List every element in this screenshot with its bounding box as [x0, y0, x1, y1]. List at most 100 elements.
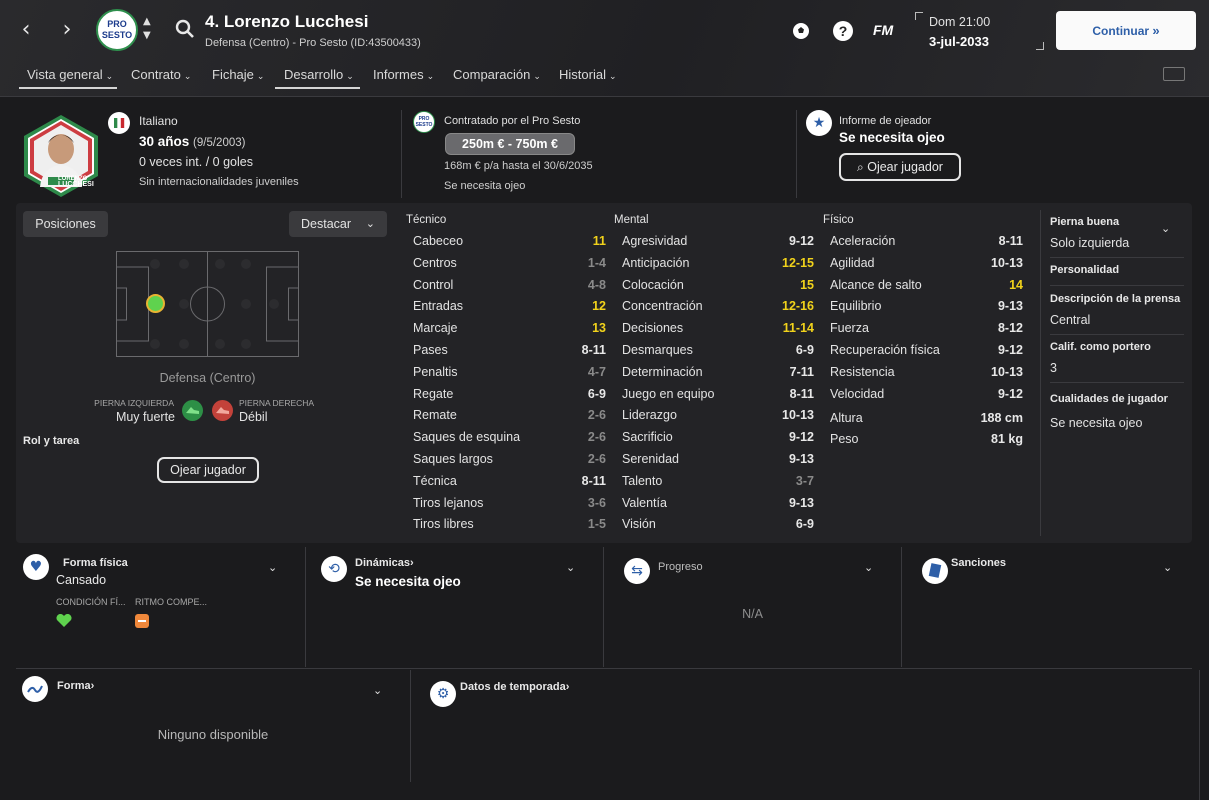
attribute-value: 13 [592, 321, 606, 336]
value-range: 250m € - 750m € [462, 137, 558, 151]
tab-desarrollo[interactable]: Desarrollo ⌄ [284, 67, 354, 82]
attribute-name[interactable]: Remate [413, 408, 457, 422]
tab-label: Historial [559, 67, 606, 82]
attribute-name[interactable]: Talento [622, 474, 662, 488]
highlight-dropdown[interactable]: Destacar ⌄ [289, 211, 387, 237]
attribute-name[interactable]: Velocidad [830, 387, 884, 401]
attribute-name[interactable]: Aceleración [830, 234, 895, 248]
top-bar [0, 0, 1209, 97]
sanctions-title[interactable]: Sanciones [951, 557, 1006, 569]
attribute-name[interactable]: Juego en equipo [622, 387, 714, 401]
attribute-name[interactable]: Centros [413, 256, 457, 270]
progress-value: N/A [742, 607, 763, 621]
chevron-down-icon[interactable]: ⌄ [373, 684, 382, 697]
tab-positions-label: Posiciones [35, 217, 96, 231]
weight-value: 81 kg [991, 432, 1023, 446]
gk-value: 3 [1050, 361, 1057, 375]
tab-underline [19, 87, 117, 89]
attribute-name[interactable]: Saques largos [413, 452, 493, 466]
attribute-name[interactable]: Tiros lejanos [413, 496, 483, 510]
attribute-name[interactable]: Tiros libres [413, 517, 474, 531]
form-title[interactable]: Forma› [57, 680, 94, 692]
chevron-down-icon[interactable]: ⌄ [566, 561, 575, 574]
attribute-name[interactable]: Valentía [622, 496, 667, 510]
tab-comparacion[interactable]: Comparación ⌄ [453, 67, 541, 82]
tab-label: Fichaje [212, 67, 254, 82]
attribute-name[interactable]: Concentración [622, 299, 703, 313]
attribute-name[interactable]: Serenidad [622, 452, 679, 466]
progress-icon: ⇆ [624, 558, 650, 584]
attribute-name[interactable]: Visión [622, 517, 656, 531]
position-marker[interactable] [146, 294, 165, 313]
tab-contrato[interactable]: Contrato ⌄ [131, 67, 191, 82]
fitness-title[interactable]: Forma física [63, 557, 128, 569]
attribute-name[interactable]: Sacrificio [622, 430, 673, 444]
chevron-down-icon[interactable]: ⌄ [864, 561, 873, 574]
attribute-name[interactable]: Colocación [622, 278, 684, 292]
value-range-badge[interactable]: 250m € - 750m € [445, 133, 575, 155]
attribute-name[interactable]: Agilidad [830, 256, 874, 270]
scout-player-button[interactable]: ⌕ Ojear jugador [839, 153, 961, 181]
dynamics-title[interactable]: Dinámicas› [355, 557, 414, 569]
scout-player-button-2[interactable]: Ojear jugador [157, 457, 259, 483]
help-icon[interactable]: ? [833, 21, 853, 41]
attribute-name[interactable]: Resistencia [830, 365, 895, 379]
attribute-name[interactable]: Técnica [413, 474, 457, 488]
attribute-value: 8-11 [581, 343, 606, 357]
fm-logo[interactable]: FM [873, 22, 893, 38]
game-time: Dom 21:00 [929, 15, 991, 29]
attribute-value: 9-13 [788, 495, 814, 510]
match-rhythm-label: RITMO COMPE... [135, 597, 207, 607]
condition-heart-icon [56, 613, 72, 628]
tab-fichaje[interactable]: Fichaje ⌄ [212, 67, 264, 82]
search-icon[interactable] [175, 19, 195, 39]
attribute-name[interactable]: Cabeceo [413, 234, 463, 248]
attribute-name[interactable]: Fuerza [830, 321, 869, 335]
attribute-name[interactable]: Agresividad [622, 234, 687, 248]
attribute-name[interactable]: Decisiones [622, 321, 683, 335]
fitness-value: Cansado [56, 573, 107, 587]
attribute-value: 10-13 [782, 408, 814, 423]
chevron-up-icon[interactable]: ▲ [143, 16, 151, 27]
season-stats-icon: ⚙ [430, 681, 456, 707]
ball-icon[interactable] [791, 21, 811, 41]
attribute-name[interactable]: Anticipación [622, 256, 689, 270]
form-wave-icon [22, 676, 48, 702]
attribute-name[interactable]: Penaltis [413, 365, 457, 379]
qualities-value: Se necesita ojeo [1050, 416, 1143, 430]
screen-icon[interactable] [1163, 67, 1185, 81]
chevron-down-icon[interactable]: ⌄ [1163, 561, 1172, 574]
attribute-name[interactable]: Determinación [622, 365, 703, 379]
attribute-name[interactable]: Regate [413, 387, 453, 401]
tab-label: Vista general [27, 67, 103, 82]
progress-title[interactable]: Progreso [658, 561, 703, 573]
attribute-name[interactable]: Desmarques [622, 343, 693, 357]
attribute-name[interactable]: Marcaje [413, 321, 457, 335]
chevron-down-icon: ⌄ [426, 71, 435, 81]
back-icon[interactable]: ‹ [15, 19, 37, 41]
chevron-down-icon[interactable]: ⌄ [1161, 222, 1170, 235]
club-crest[interactable]: PRO SESTO [96, 9, 138, 51]
forward-icon[interactable]: › [56, 19, 78, 41]
tab-informes[interactable]: Informes ⌄ [373, 67, 434, 82]
chevron-down-icon[interactable]: ⌄ [268, 561, 277, 574]
attribute-name[interactable]: Recuperación física [830, 343, 940, 357]
season-title[interactable]: Datos de temporada› [460, 681, 569, 693]
attribute-name[interactable]: Pases [413, 343, 448, 357]
role-label: Rol y tarea [23, 435, 80, 447]
continue-button[interactable]: Continuar » [1056, 11, 1196, 50]
tab-vista-general[interactable]: Vista general ⌄ [27, 67, 113, 82]
player-subtitle[interactable]: Defensa (Centro) - Pro Sesto (ID:4350043… [205, 37, 421, 49]
tab-positions[interactable]: Posiciones [23, 211, 108, 237]
attribute-name[interactable]: Control [413, 278, 453, 292]
tab-historial[interactable]: Historial ⌄ [559, 67, 617, 82]
attribute-name[interactable]: Equilibrio [830, 299, 881, 313]
attribute-name[interactable]: Alcance de salto [830, 278, 922, 292]
attribute-name[interactable]: Liderazgo [622, 408, 677, 422]
corner-mark [915, 12, 923, 20]
attribute-name[interactable]: Entradas [413, 299, 463, 313]
attribute-value: 8-11 [581, 473, 606, 488]
attribute-name[interactable]: Saques de esquina [413, 430, 520, 444]
chevron-down-icon[interactable]: ▼ [143, 30, 151, 41]
mental-title: Mental [614, 214, 649, 226]
